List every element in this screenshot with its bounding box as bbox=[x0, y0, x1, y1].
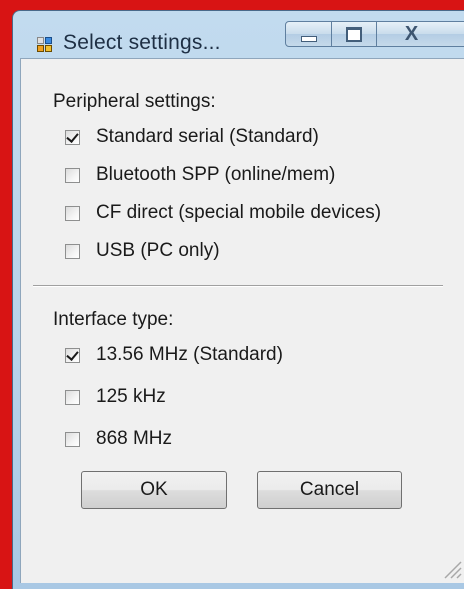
checkbox[interactable] bbox=[65, 129, 80, 145]
peripheral-option-cf-direct[interactable]: CF direct (special mobile devices) bbox=[65, 202, 381, 224]
checkbox[interactable] bbox=[65, 347, 80, 363]
peripheral-option-standard-serial[interactable]: Standard serial (Standard) bbox=[65, 126, 319, 148]
option-label: Standard serial (Standard) bbox=[96, 126, 319, 147]
app-icon bbox=[37, 37, 53, 53]
cancel-button[interactable]: Cancel bbox=[257, 471, 402, 509]
close-button[interactable]: X bbox=[376, 21, 464, 47]
maximize-button[interactable] bbox=[331, 21, 377, 47]
ok-button[interactable]: OK bbox=[81, 471, 227, 509]
interface-option-13-56-mhz[interactable]: 13.56 MHz (Standard) bbox=[65, 344, 283, 366]
window-title: Select settings... bbox=[63, 31, 221, 54]
option-label: 868 MHz bbox=[96, 428, 173, 449]
option-label: CF direct (special mobile devices) bbox=[96, 202, 382, 223]
checkbox[interactable] bbox=[65, 431, 80, 447]
peripheral-settings-label: Peripheral settings: bbox=[53, 91, 216, 112]
checkbox[interactable] bbox=[65, 243, 80, 259]
dialog-client-area: Peripheral settings: Standard serial (St… bbox=[20, 58, 464, 583]
option-label: 125 kHz bbox=[96, 386, 166, 407]
interface-option-125-khz[interactable]: 125 kHz bbox=[65, 386, 166, 408]
checkbox[interactable] bbox=[65, 389, 80, 405]
option-label: Bluetooth SPP (online/mem) bbox=[96, 164, 336, 185]
checkbox[interactable] bbox=[65, 167, 80, 183]
peripheral-option-bluetooth-spp[interactable]: Bluetooth SPP (online/mem) bbox=[65, 164, 335, 186]
maximize-icon bbox=[346, 26, 362, 42]
option-label: USB (PC only) bbox=[96, 240, 220, 261]
interface-type-label: Interface type: bbox=[53, 309, 174, 330]
interface-option-868-mhz[interactable]: 868 MHz bbox=[65, 428, 172, 450]
resize-grip-icon[interactable] bbox=[440, 557, 462, 579]
close-icon: X bbox=[404, 22, 419, 45]
option-label: 13.56 MHz (Standard) bbox=[96, 344, 283, 365]
section-divider bbox=[33, 285, 443, 287]
checkbox[interactable] bbox=[65, 205, 80, 221]
peripheral-option-usb[interactable]: USB (PC only) bbox=[65, 240, 220, 262]
minimize-button[interactable] bbox=[285, 21, 332, 47]
minimize-icon bbox=[300, 35, 317, 42]
